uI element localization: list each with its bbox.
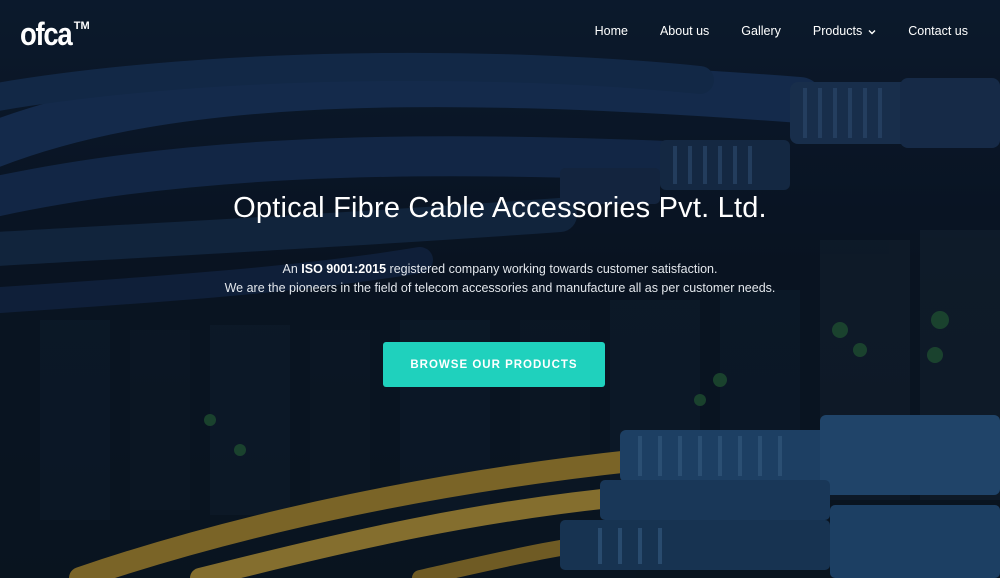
- hero-subtitle-suffix: registered company working towards custo…: [386, 262, 718, 276]
- main-navigation: Home About us Gallery Products Contact u…: [595, 24, 968, 38]
- nav-item-gallery[interactable]: Gallery: [741, 24, 781, 38]
- nav-item-label: Products: [812, 24, 863, 38]
- brand-name: ofca: [20, 16, 73, 52]
- chevron-down-icon: [868, 24, 876, 38]
- hero-subtitle: An ISO 9001:2015 registered company work…: [0, 260, 1000, 298]
- nav-item-home[interactable]: Home: [595, 24, 628, 38]
- hero-subtitle-prefix: An: [282, 262, 302, 276]
- nav-item-label: Gallery: [741, 24, 781, 38]
- nav-item-about-us[interactable]: About us: [660, 24, 709, 38]
- iso-certification: ISO 9001:2015: [301, 262, 387, 276]
- nav-item-label: Home: [594, 24, 628, 38]
- nav-item-contact-us[interactable]: Contact us: [908, 24, 968, 38]
- trademark-mark: TM: [73, 20, 90, 32]
- nav-item-label: Contact us: [908, 24, 968, 38]
- hero-section: Optical Fibre Cable Accessories Pvt. Ltd…: [0, 188, 1000, 298]
- nav-item-label: About us: [659, 24, 710, 38]
- hero-subtitle-line2: We are the pioneers in the field of tele…: [224, 281, 776, 295]
- nav-item-products[interactable]: Products: [813, 24, 876, 38]
- browse-products-button[interactable]: BROWSE OUR PRODUCTS: [383, 342, 605, 387]
- brand-logo[interactable]: ofca TM: [20, 18, 90, 50]
- hero-title: Optical Fibre Cable Accessories Pvt. Ltd…: [233, 192, 767, 224]
- site-header: ofca TM Home About us Gallery Products C…: [0, 0, 1000, 70]
